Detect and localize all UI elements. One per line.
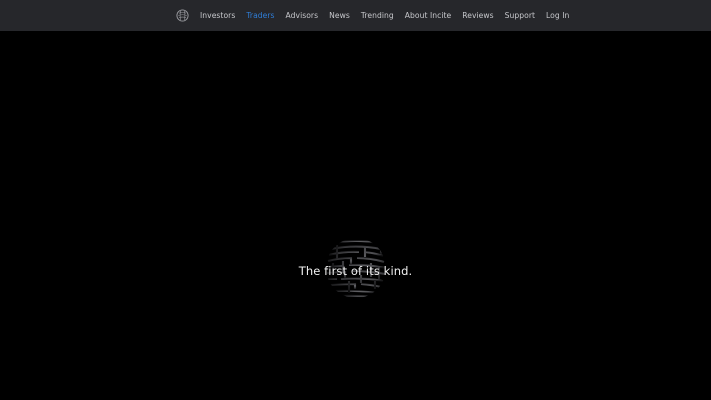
nav-link-reviews[interactable]: Reviews — [462, 11, 493, 20]
hero-section — [0, 31, 711, 400]
nav-links: Investors Traders Advisors News Trending… — [176, 0, 569, 31]
top-navbar: Investors Traders Advisors News Trending… — [0, 0, 711, 31]
nav-link-traders[interactable]: Traders — [246, 11, 274, 20]
nav-link-advisors[interactable]: Advisors — [286, 11, 319, 20]
nav-link-trending[interactable]: Trending — [361, 11, 394, 20]
hero-tagline: The first of its kind. — [298, 264, 413, 278]
nav-link-news[interactable]: News — [329, 11, 350, 20]
nav-link-support[interactable]: Support — [505, 11, 535, 20]
nav-link-about-incite[interactable]: About Incite — [405, 11, 451, 20]
nav-link-investors[interactable]: Investors — [200, 11, 235, 20]
globe-icon[interactable] — [176, 9, 189, 22]
page: Investors Traders Advisors News Trending… — [0, 0, 711, 400]
nav-link-log-in[interactable]: Log In — [546, 11, 569, 20]
